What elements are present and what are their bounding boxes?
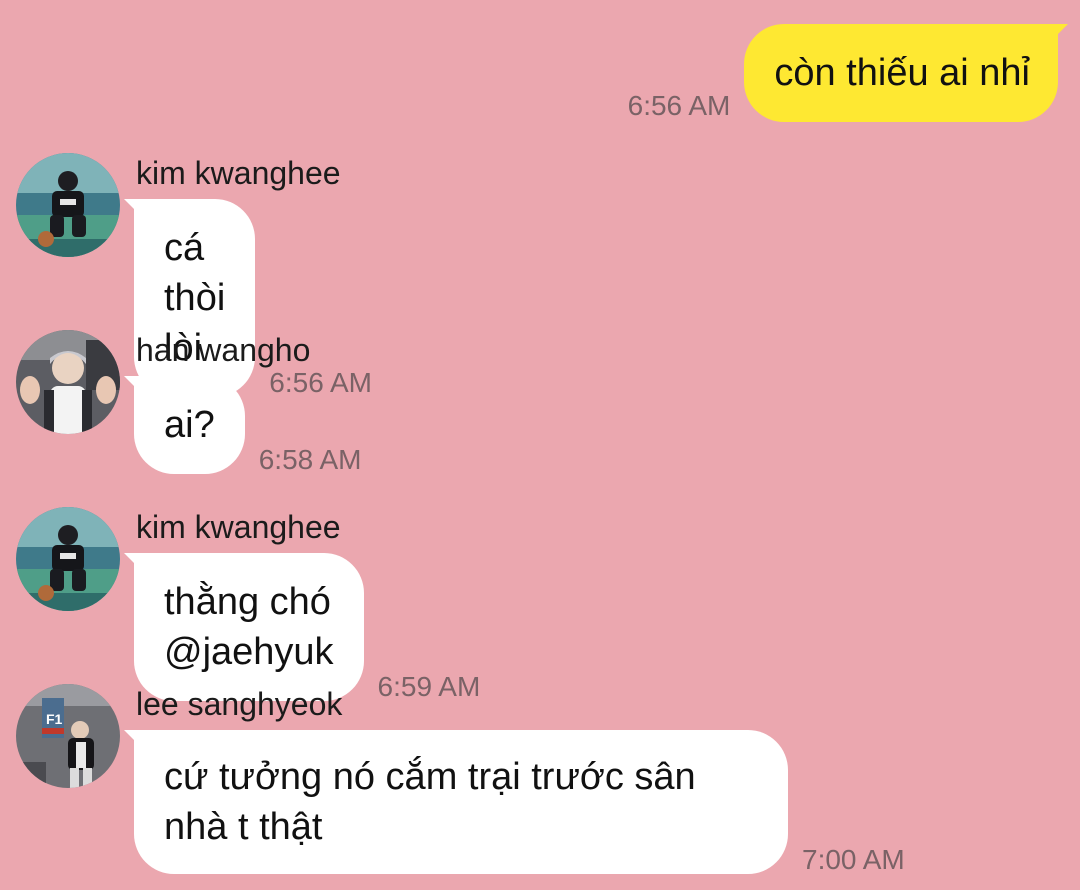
sender-name: han wangho [136, 332, 311, 368]
avatar-lee-sanghyeok[interactable]: F1 [16, 684, 120, 788]
avatar-kim-kwanghee[interactable] [16, 507, 120, 611]
avatar-image [16, 153, 120, 257]
chat-area: 6:56 AM còn thiếu ai nhỉ kim kwanghee cá… [0, 0, 1080, 890]
message-timestamp: 6:56 AM [627, 90, 731, 121]
message-line: thằng chó @jaehyuk 6:59 AM [124, 553, 481, 702]
avatar-image: F1 [16, 684, 120, 788]
avatar-sign-text: F1 [46, 711, 63, 727]
message-text: ai? [164, 404, 215, 446]
message-line: cứ tưởng nó cắm trại trước sân nhà t thậ… [124, 730, 905, 875]
avatar-image [16, 330, 120, 434]
message-line: ai? 6:58 AM [124, 376, 362, 475]
outgoing-message-bubble[interactable]: còn thiếu ai nhỉ [744, 24, 1068, 122]
incoming-message-bubble[interactable]: thằng chó @jaehyuk [124, 553, 364, 701]
sender-name: kim kwanghee [136, 509, 341, 545]
message-timestamp: 7:00 AM [802, 844, 905, 875]
sender-name: kim kwanghee [136, 155, 341, 191]
avatar-han-wangho[interactable] [16, 330, 120, 434]
avatar-kim-kwanghee[interactable] [16, 153, 120, 257]
message-text-line: nhà t thật [164, 806, 323, 848]
sender-name: lee sanghyeok [136, 686, 343, 722]
avatar-image [16, 507, 120, 611]
message-text: thằng chó @jaehyuk [164, 581, 334, 673]
incoming-message-bubble[interactable]: cứ tưởng nó cắm trại trước sân nhà t thậ… [124, 730, 788, 874]
incoming-message-bubble[interactable]: ai? [124, 376, 245, 474]
message-text: còn thiếu ai nhỉ [774, 52, 1030, 94]
message-text-line: cứ tưởng nó cắm trại trước sân [164, 756, 696, 798]
outgoing-message-row: 6:56 AM còn thiếu ai nhỉ [627, 24, 1068, 122]
message-timestamp: 6:59 AM [377, 671, 481, 702]
message-timestamp: 6:58 AM [258, 444, 362, 475]
